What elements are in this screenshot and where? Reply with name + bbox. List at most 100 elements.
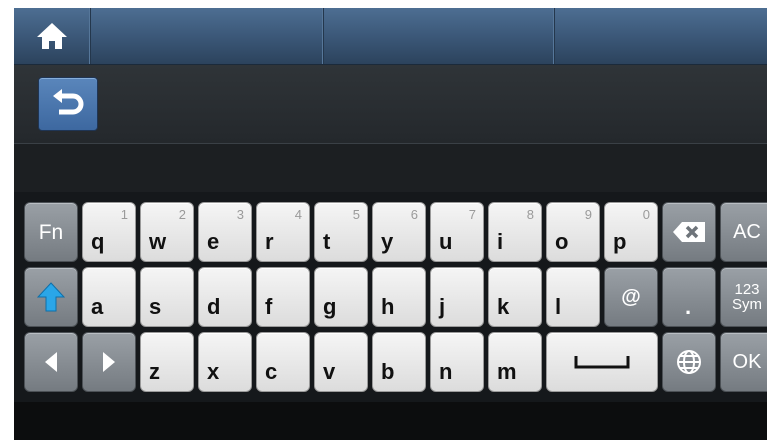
key-label: m [497,359,517,384]
key-label: k [497,294,510,319]
key-t[interactable]: 5t [314,202,368,262]
period-key-label: . [685,294,692,319]
key-number-hint: 0 [642,207,650,222]
key-label: d [207,294,221,319]
key-label: v [323,359,336,384]
key-x[interactable]: x [198,332,252,392]
key-number-hint: 6 [410,207,418,222]
ac-key[interactable]: AC [720,202,767,262]
home-icon [37,23,67,49]
key-e[interactable]: 3e [198,202,252,262]
key-q[interactable]: 1q [82,202,136,262]
key-h[interactable]: h [372,267,426,327]
top-bar-segment [324,8,555,64]
backspace-key[interactable] [662,202,716,262]
key-u[interactable]: 7u [430,202,484,262]
key-c[interactable]: c [256,332,310,392]
virtual-keyboard: Fn AC 123 Sym OK 1 q 2 w 3 e 4 r 5 t 6 y… [14,192,767,402]
key-label: s [149,294,162,319]
left-arrow-icon [45,352,57,372]
globe-icon [677,350,701,374]
key-label: l [555,294,562,319]
top-bar-segment [555,8,767,64]
key-m[interactable]: m [488,332,542,392]
key-number-hint: 4 [294,207,302,222]
key-number-hint: 8 [526,207,534,222]
space-key[interactable] [546,332,658,392]
key-v[interactable]: v [314,332,368,392]
key-w[interactable]: 2w [140,202,194,262]
fn-key-label: Fn [38,220,64,244]
key-label: p [613,229,627,254]
home-button[interactable] [14,8,91,64]
key-number-hint: 7 [468,207,476,222]
key-b[interactable]: b [372,332,426,392]
key-g[interactable]: g [314,267,368,327]
symbols-key-line1: 123 [734,281,760,298]
at-key[interactable]: @ [604,267,658,327]
device-screen: Fn AC 123 Sym OK 1 q 2 w 3 e 4 r 5 t 6 y… [14,8,767,440]
right-arrow-icon [103,352,115,372]
key-label: a [91,294,104,319]
key-a[interactable]: a [82,267,136,327]
back-arrow-icon [53,89,84,115]
ac-key-label: AC [733,221,761,243]
key-p[interactable]: 0p [604,202,658,262]
key-label: c [265,359,278,384]
shift-key[interactable] [24,267,78,327]
key-number-hint: 9 [584,207,592,222]
key-number-hint: 5 [352,207,360,222]
key-label: w [149,229,167,254]
back-button[interactable] [38,77,98,131]
key-label: j [439,294,446,319]
period-key[interactable]: . [662,267,716,327]
key-number-hint: 1 [120,207,128,222]
space-bar-icon [574,356,630,369]
key-d[interactable]: d [198,267,252,327]
key-label: u [439,229,453,254]
key-label: f [265,294,273,319]
key-n[interactable]: n [430,332,484,392]
key-label: e [207,229,220,254]
cursor-right-key[interactable] [82,332,136,392]
language-key[interactable] [662,332,716,392]
key-s[interactable]: s [140,267,194,327]
key-label: g [323,294,337,319]
key-label: h [381,294,395,319]
backspace-icon [673,222,705,242]
key-label: t [323,229,331,254]
key-label: o [555,229,569,254]
key-y[interactable]: 6y [372,202,426,262]
key-i[interactable]: 8i [488,202,542,262]
key-z[interactable]: z [140,332,194,392]
cursor-left-key[interactable] [24,332,78,392]
key-r[interactable]: 4r [256,202,310,262]
key-label: b [381,359,395,384]
symbols-key-line2: Sym [732,296,762,313]
key-label: y [381,229,394,254]
key-j[interactable]: j [430,267,484,327]
key-k[interactable]: k [488,267,542,327]
key-o[interactable]: 9o [546,202,600,262]
key-label: q [91,229,105,254]
bottom-strip [14,402,767,440]
key-number-hint: 3 [236,207,244,222]
ok-key-label: OK [732,351,762,373]
key-label: z [149,359,160,384]
key-label: r [265,229,274,254]
input-area [14,65,767,144]
fn-key[interactable]: Fn [24,202,78,262]
symbols-key[interactable]: 123 Sym [720,267,767,327]
key-label: i [497,229,504,254]
ok-key[interactable]: OK [720,332,767,392]
top-bar [14,8,767,65]
key-l[interactable]: l [546,267,600,327]
key-label: n [439,359,453,384]
at-key-label: @ [621,286,641,308]
shift-up-arrow-icon [37,282,65,312]
top-bar-segment [91,8,324,64]
key-f[interactable]: f [256,267,310,327]
text-field-area [14,144,767,192]
key-number-hint: 2 [178,207,186,222]
key-label: x [207,359,220,384]
